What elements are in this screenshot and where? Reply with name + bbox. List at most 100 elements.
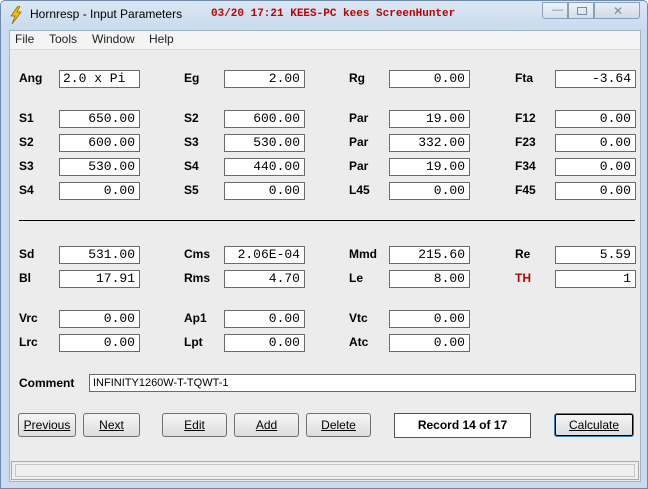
menu-help[interactable]: Help bbox=[149, 32, 174, 46]
param-field-eg[interactable]: 2.00 bbox=[224, 70, 305, 88]
param-label: Le bbox=[349, 271, 364, 285]
calculate-button[interactable]: Calculate bbox=[554, 413, 634, 437]
param-label: Rms bbox=[184, 271, 211, 285]
param-field-rms[interactable]: 4.70 bbox=[224, 270, 305, 288]
param-field-f45[interactable]: 0.00 bbox=[555, 182, 636, 200]
param-label: Fta bbox=[515, 71, 533, 85]
delete-button-label: Delete bbox=[321, 418, 356, 432]
input-parameters-panel: File Tools Window Help Ang 2.0 x Pi Eg 2… bbox=[9, 30, 641, 482]
param-field-s5[interactable]: 0.00 bbox=[224, 182, 305, 200]
param-label: F45 bbox=[515, 183, 536, 197]
param-field-s2b[interactable]: 600.00 bbox=[59, 134, 140, 152]
minimize-icon: — bbox=[552, 4, 563, 16]
param-label: S4 bbox=[19, 183, 34, 197]
param-label: Par bbox=[349, 111, 369, 125]
previous-button-label: Previous bbox=[23, 418, 71, 432]
param-field-le[interactable]: 8.00 bbox=[389, 270, 470, 288]
comment-label: Comment bbox=[19, 376, 75, 390]
param-label-th[interactable]: TH bbox=[515, 271, 531, 285]
param-field-s3[interactable]: 530.00 bbox=[224, 134, 305, 152]
param-field-lpt[interactable]: 0.00 bbox=[224, 334, 305, 352]
window-title: Hornresp - Input Parameters bbox=[30, 7, 183, 21]
param-label: Par bbox=[349, 159, 369, 173]
previous-button[interactable]: Previous bbox=[18, 413, 76, 437]
screenhunter-overlay: 03/20 17:21 KEES-PC kees ScreenHunter bbox=[211, 8, 456, 20]
record-indicator: Record 14 of 17 bbox=[394, 413, 531, 438]
param-field-rg[interactable]: 0.00 bbox=[389, 70, 470, 88]
maximize-button[interactable] bbox=[568, 2, 594, 19]
param-field-s4b[interactable]: 0.00 bbox=[59, 182, 140, 200]
param-field-vrc[interactable]: 0.00 bbox=[59, 310, 140, 328]
next-button[interactable]: Next bbox=[83, 413, 140, 437]
param-field-s2[interactable]: 600.00 bbox=[224, 110, 305, 128]
maximize-icon bbox=[577, 7, 587, 15]
param-label: Ap1 bbox=[184, 311, 207, 325]
menu-window[interactable]: Window bbox=[92, 32, 135, 46]
menu-tools[interactable]: Tools bbox=[49, 32, 77, 46]
param-label: S1 bbox=[19, 111, 34, 125]
param-label: Rg bbox=[349, 71, 365, 85]
param-label: Re bbox=[515, 247, 531, 261]
edit-button-label: Edit bbox=[184, 418, 205, 432]
param-label: S4 bbox=[184, 159, 199, 173]
param-label: Eg bbox=[184, 71, 200, 85]
param-field-l45[interactable]: 0.00 bbox=[389, 182, 470, 200]
comment-input[interactable]: INFINITY1260W-T-TQWT-1 bbox=[89, 374, 636, 392]
title-bar[interactable]: Hornresp - Input Parameters 03/20 17:21 … bbox=[1, 1, 647, 29]
param-field-f23[interactable]: 0.00 bbox=[555, 134, 636, 152]
param-field-s1[interactable]: 650.00 bbox=[59, 110, 140, 128]
param-field-atc[interactable]: 0.00 bbox=[389, 334, 470, 352]
edit-button[interactable]: Edit bbox=[162, 413, 227, 437]
param-label: Mmd bbox=[349, 247, 377, 261]
close-button[interactable]: ✕ bbox=[594, 2, 640, 19]
param-field-par2[interactable]: 332.00 bbox=[389, 134, 470, 152]
section-divider bbox=[19, 220, 635, 221]
param-label: Bl bbox=[19, 271, 31, 285]
param-field-ang[interactable]: 2.0 x Pi bbox=[59, 70, 140, 88]
param-label: S3 bbox=[19, 159, 34, 173]
param-label: Vrc bbox=[19, 311, 38, 325]
param-field-th[interactable]: 1 bbox=[555, 270, 636, 288]
param-field-fta[interactable]: -3.64 bbox=[555, 70, 636, 88]
param-label: S2 bbox=[19, 135, 34, 149]
calculate-button-label: Calculate bbox=[568, 418, 620, 432]
param-label: L45 bbox=[349, 183, 370, 197]
param-field-par1[interactable]: 19.00 bbox=[389, 110, 470, 128]
param-field-sd[interactable]: 531.00 bbox=[59, 246, 140, 264]
param-field-vtc[interactable]: 0.00 bbox=[389, 310, 470, 328]
param-label: Vtc bbox=[349, 311, 368, 325]
param-label: Cms bbox=[184, 247, 211, 261]
add-button-label: Add bbox=[255, 418, 278, 432]
param-field-f12[interactable]: 0.00 bbox=[555, 110, 636, 128]
param-label: Ang bbox=[19, 71, 43, 85]
param-label: Atc bbox=[349, 335, 369, 349]
param-label: S3 bbox=[184, 135, 199, 149]
param-field-lrc[interactable]: 0.00 bbox=[59, 334, 140, 352]
param-field-bl[interactable]: 17.91 bbox=[59, 270, 140, 288]
param-field-ap1[interactable]: 0.00 bbox=[224, 310, 305, 328]
param-field-s3b[interactable]: 530.00 bbox=[59, 158, 140, 176]
param-label: S5 bbox=[184, 183, 199, 197]
status-bar bbox=[11, 461, 639, 480]
param-label: Par bbox=[349, 135, 369, 149]
hornresp-window: Hornresp - Input Parameters 03/20 17:21 … bbox=[0, 0, 648, 489]
param-label: F12 bbox=[515, 111, 536, 125]
param-label: Lrc bbox=[19, 335, 38, 349]
param-field-s4[interactable]: 440.00 bbox=[224, 158, 305, 176]
add-button[interactable]: Add bbox=[234, 413, 299, 437]
close-icon: ✕ bbox=[613, 4, 624, 18]
menu-file[interactable]: File bbox=[15, 32, 34, 46]
param-field-re[interactable]: 5.59 bbox=[555, 246, 636, 264]
delete-button[interactable]: Delete bbox=[306, 413, 371, 437]
param-label: S2 bbox=[184, 111, 199, 125]
param-field-par3[interactable]: 19.00 bbox=[389, 158, 470, 176]
param-label: Sd bbox=[19, 247, 35, 261]
menu-bar: File Tools Window Help bbox=[10, 31, 640, 50]
param-field-f34[interactable]: 0.00 bbox=[555, 158, 636, 176]
param-label: Lpt bbox=[184, 335, 203, 349]
param-field-cms[interactable]: 2.06E-04 bbox=[224, 246, 305, 264]
lightning-app-icon bbox=[10, 6, 22, 24]
param-label: F34 bbox=[515, 159, 536, 173]
minimize-button[interactable]: — bbox=[542, 2, 568, 19]
param-field-mmd[interactable]: 215.60 bbox=[389, 246, 470, 264]
